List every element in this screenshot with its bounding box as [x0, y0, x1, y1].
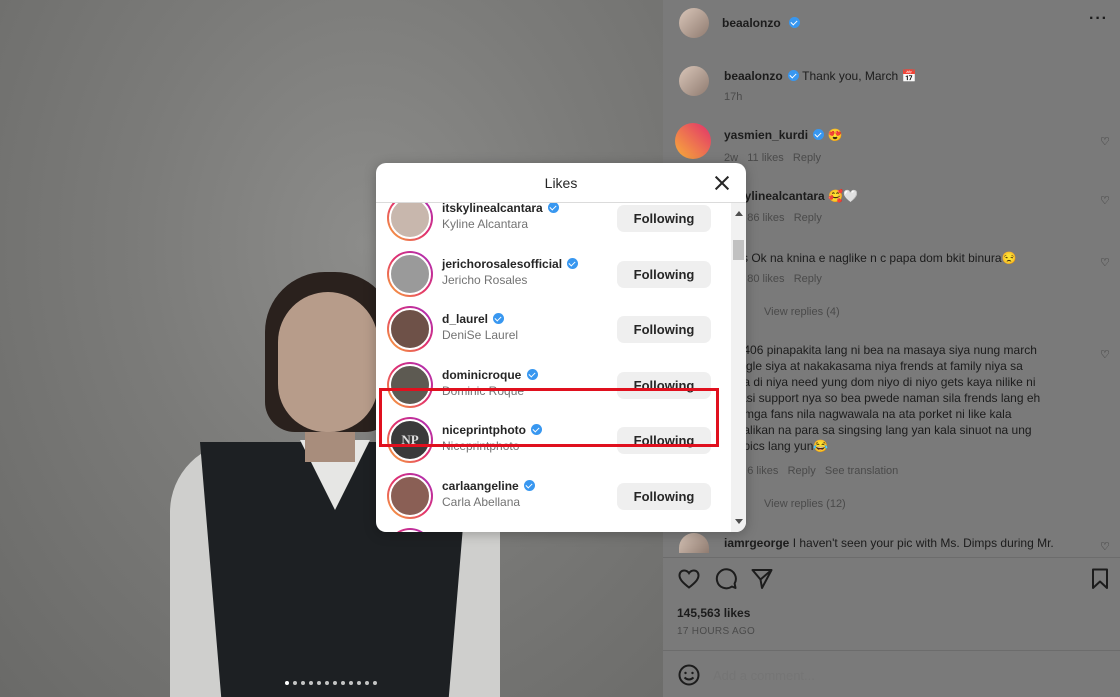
- user-avatar[interactable]: [387, 472, 433, 519]
- verified-badge-icon: [493, 313, 505, 324]
- comment-text: ke2406 pinapakita lang ni bea na masaya …: [724, 343, 1041, 453]
- user-username[interactable]: dominicroque: [442, 368, 538, 382]
- posted-time: 17 hours ago: [677, 626, 756, 637]
- user-full-name: DeniSe Laurel: [442, 328, 519, 342]
- user-avatar[interactable]: [387, 306, 433, 352]
- likes-dialog-header: Likes: [376, 163, 746, 203]
- likes-count[interactable]: 145,563 likes: [677, 606, 750, 620]
- user-avatar[interactable]: [387, 250, 433, 297]
- comment-like-icon[interactable]: ♡: [1100, 137, 1110, 148]
- comment-avatar[interactable]: [675, 123, 711, 159]
- highlight-annotation: [379, 388, 719, 447]
- user-username[interactable]: jerichorosalesofficial: [442, 257, 579, 271]
- user-full-name: Jericho Rosales: [442, 272, 528, 287]
- user-username[interactable]: carlaangeline: [442, 479, 536, 493]
- list-item: itskylinealcantara Kyline Alcantara Foll…: [376, 203, 731, 246]
- scrollbar[interactable]: [731, 203, 746, 532]
- comment-username[interactable]: yasmien_kurdi: [724, 128, 808, 142]
- verified-badge-icon: [788, 70, 800, 81]
- send-icon[interactable]: [750, 567, 774, 591]
- list-item: jerichorosalesofficial Jericho Rosales F…: [376, 246, 731, 302]
- following-button[interactable]: Following: [617, 205, 711, 232]
- comment-icon[interactable]: [714, 567, 738, 591]
- user-full-name: Carla Abellana: [442, 494, 521, 509]
- comment-text: jjavs Ok na knina e naglike n c papa dom…: [724, 251, 1017, 265]
- comment-avatar[interactable]: [679, 533, 709, 553]
- bookmark-icon[interactable]: [1088, 567, 1112, 591]
- following-button[interactable]: Following: [617, 482, 711, 510]
- comment-meta: 2w 6 likes Reply See translation: [724, 465, 899, 477]
- heart-icon[interactable]: [677, 567, 701, 591]
- caption-avatar[interactable]: [679, 66, 709, 96]
- verified-badge-icon: [567, 257, 579, 269]
- scroll-up-arrow-icon[interactable]: [735, 211, 743, 216]
- comment-like-icon[interactable]: ♡: [1100, 350, 1110, 361]
- likes-list[interactable]: itskylinealcantara Kyline Alcantara Foll…: [376, 203, 731, 532]
- comment-like-icon[interactable]: ♡: [1100, 542, 1110, 553]
- scroll-thumb[interactable]: [733, 240, 744, 260]
- user-avatar[interactable]: [387, 528, 433, 532]
- verified-badge-icon: [526, 368, 538, 380]
- list-item: carlaangeline Carla Abellana Following: [376, 468, 731, 524]
- comment-text: I haven't seen your pic with Ms. Dimps d…: [792, 536, 1054, 550]
- smiley-icon[interactable]: [677, 663, 701, 687]
- view-replies-link[interactable]: View replies (12): [764, 498, 846, 510]
- view-replies-link[interactable]: View replies (4): [764, 306, 840, 318]
- username-text[interactable]: jerichorosalesofficial: [442, 257, 562, 271]
- following-button[interactable]: Following: [617, 260, 711, 288]
- author-username[interactable]: beaalonzo: [722, 16, 781, 30]
- user-username[interactable]: d_laurel: [442, 312, 505, 326]
- verified-badge-icon: [813, 129, 825, 140]
- close-icon[interactable]: [710, 171, 734, 195]
- caption-time: 17h: [724, 91, 743, 103]
- caption-text: Thank you, March 📅: [802, 69, 917, 83]
- caption-username[interactable]: beaalonzo: [724, 69, 783, 83]
- carousel-indicator: [285, 681, 377, 685]
- verified-badge-icon: [548, 203, 560, 213]
- comment-username[interactable]: iamrgeorge: [724, 536, 789, 550]
- list-item: d_laurel DeniSe Laurel Following: [376, 301, 731, 357]
- comment-text: 🥰🤍: [828, 189, 858, 203]
- following-button[interactable]: Following: [617, 316, 711, 343]
- username-text[interactable]: itskylinealcantara: [442, 203, 543, 215]
- username-text[interactable]: dominicroque: [442, 368, 521, 382]
- author-avatar[interactable]: [679, 8, 709, 38]
- likes-dialog-title: Likes: [544, 175, 578, 191]
- list-item: [376, 523, 731, 532]
- more-horizontal-icon[interactable]: ···: [1089, 10, 1108, 28]
- username-text[interactable]: d_laurel: [442, 312, 488, 326]
- comment-like-icon[interactable]: ♡: [1100, 196, 1110, 207]
- scroll-down-arrow-icon[interactable]: [735, 519, 743, 524]
- add-comment-input[interactable]: [713, 665, 1013, 685]
- comment-text: 😍: [827, 128, 843, 142]
- verified-badge-icon: [789, 17, 800, 28]
- user-full-name: Kyline Alcantara: [442, 217, 529, 231]
- likes-dialog: Likes itskylinealcantara Kyline Alcantar…: [376, 163, 746, 532]
- verified-badge-icon: [524, 479, 536, 491]
- user-avatar[interactable]: [387, 203, 433, 241]
- comment-like-icon[interactable]: ♡: [1100, 258, 1110, 269]
- username-text[interactable]: carlaangeline: [442, 479, 519, 493]
- user-username[interactable]: itskylinealcantara: [442, 203, 560, 215]
